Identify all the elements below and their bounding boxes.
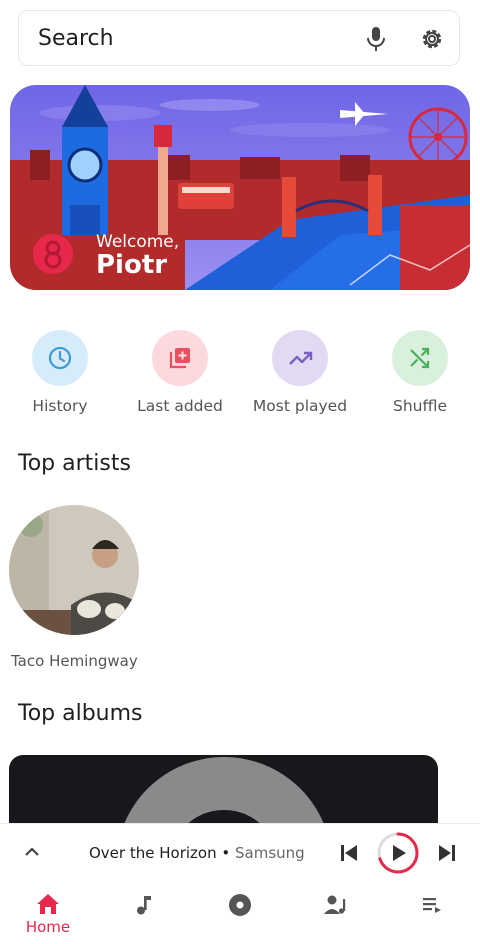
- most-played-button[interactable]: Most played: [240, 330, 360, 415]
- album-icon: [229, 894, 251, 916]
- now-playing-text: Over the Horizon • Samsung: [89, 844, 305, 862]
- shuffle-icon: [410, 347, 430, 369]
- artist-icon: [324, 895, 346, 914]
- london-illustration: [10, 85, 470, 290]
- music-note-icon: [137, 896, 151, 915]
- username-text: Piotr: [96, 250, 168, 280]
- nav-artists[interactable]: [288, 893, 384, 917]
- gear-icon[interactable]: [419, 26, 445, 52]
- last-added-button[interactable]: Last added: [120, 330, 240, 415]
- mini-player[interactable]: Over the Horizon • Samsung: [0, 823, 480, 882]
- history-button[interactable]: History: [0, 330, 120, 415]
- top-artists-title: Top artists: [18, 451, 131, 476]
- song-title: Over the Horizon: [89, 844, 217, 862]
- library-add-icon: [169, 348, 190, 369]
- bottom-nav: Home: [0, 881, 480, 944]
- song-artist: Samsung: [235, 844, 305, 862]
- artist-photo[interactable]: [9, 505, 139, 635]
- history-label: History: [32, 397, 88, 415]
- chevron-up-icon[interactable]: [22, 842, 42, 862]
- shuffle-label: Shuffle: [392, 397, 447, 415]
- mic-icon[interactable]: [364, 26, 388, 52]
- artist-name: Taco Hemingway: [11, 652, 138, 670]
- nav-home[interactable]: Home: [0, 893, 96, 936]
- skip-next-icon[interactable]: [436, 842, 458, 864]
- top-albums-title: Top albums: [18, 701, 143, 726]
- search-bar[interactable]: Search: [18, 10, 460, 66]
- nav-albums[interactable]: [192, 893, 288, 917]
- last-added-label: Last added: [137, 397, 223, 415]
- welcome-text: Welcome,: [96, 232, 180, 252]
- play-icon: [393, 845, 406, 861]
- play-button[interactable]: [376, 831, 420, 875]
- separator: •: [221, 844, 231, 862]
- most-played-label: Most played: [252, 397, 348, 415]
- skip-previous-icon[interactable]: [338, 842, 360, 864]
- home-icon: [37, 894, 59, 914]
- nav-songs[interactable]: [96, 893, 192, 917]
- search-placeholder: Search: [38, 26, 114, 51]
- app-logo-icon: [33, 234, 73, 274]
- welcome-banner: [10, 85, 470, 290]
- nav-playlists[interactable]: [384, 893, 480, 917]
- nav-home-label: Home: [25, 918, 71, 936]
- trending-up-icon: [289, 351, 313, 365]
- playlist-icon: [423, 898, 441, 913]
- clock-icon: [48, 346, 72, 370]
- shuffle-button[interactable]: Shuffle: [360, 330, 480, 415]
